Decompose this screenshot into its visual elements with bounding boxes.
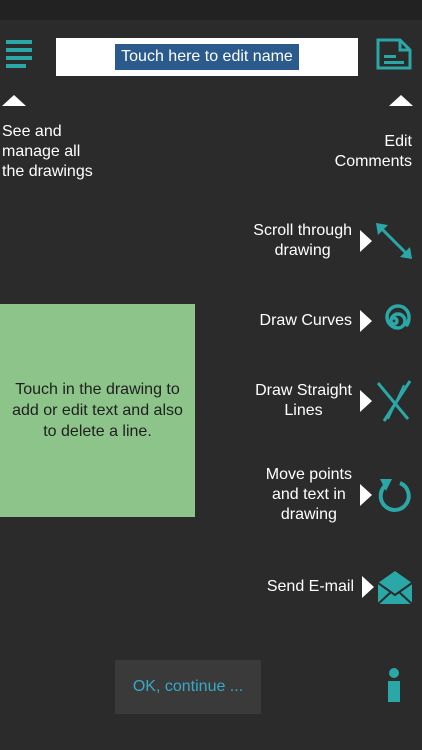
tool-draw-curves[interactable]: Draw Curves	[260, 296, 414, 346]
scroll-arrows-icon[interactable]	[374, 221, 414, 261]
ok-continue-button[interactable]: OK, continue ...	[115, 660, 261, 714]
menu-icon[interactable]	[4, 40, 36, 68]
drawing-name-text: Touch here to edit name	[115, 44, 299, 70]
pointer-right	[360, 310, 372, 332]
envelope-icon[interactable]	[376, 568, 414, 606]
edit-comments-hint: Edit Comments	[334, 133, 412, 170]
drawing-name-field[interactable]: Touch here to edit name	[56, 38, 358, 76]
pointer-up-left	[2, 95, 26, 106]
pointer-right	[360, 230, 372, 252]
spiral-curve-icon[interactable]	[374, 301, 414, 341]
tool-send-email[interactable]: Send E-mail	[267, 562, 414, 612]
status-bar	[0, 0, 422, 20]
manage-drawings-hint: See and manage all the drawings	[2, 123, 93, 180]
pointer-up-right	[389, 95, 413, 106]
tool-scroll[interactable]: Scroll through drawing	[253, 216, 414, 266]
info-icon[interactable]	[384, 668, 404, 704]
rotate-arrow-icon[interactable]	[374, 475, 414, 515]
tool-move-points[interactable]: Move points and text in drawing	[266, 466, 414, 523]
pointer-right	[360, 484, 372, 506]
pointer-right	[360, 390, 372, 412]
pointer-right	[362, 576, 374, 598]
drawing-area-hint[interactable]: Touch in the drawing to add or edit text…	[0, 304, 195, 517]
comments-icon[interactable]	[376, 38, 412, 70]
tool-draw-lines[interactable]: Draw Straight Lines	[255, 376, 414, 426]
crossed-lines-icon[interactable]	[374, 379, 414, 423]
